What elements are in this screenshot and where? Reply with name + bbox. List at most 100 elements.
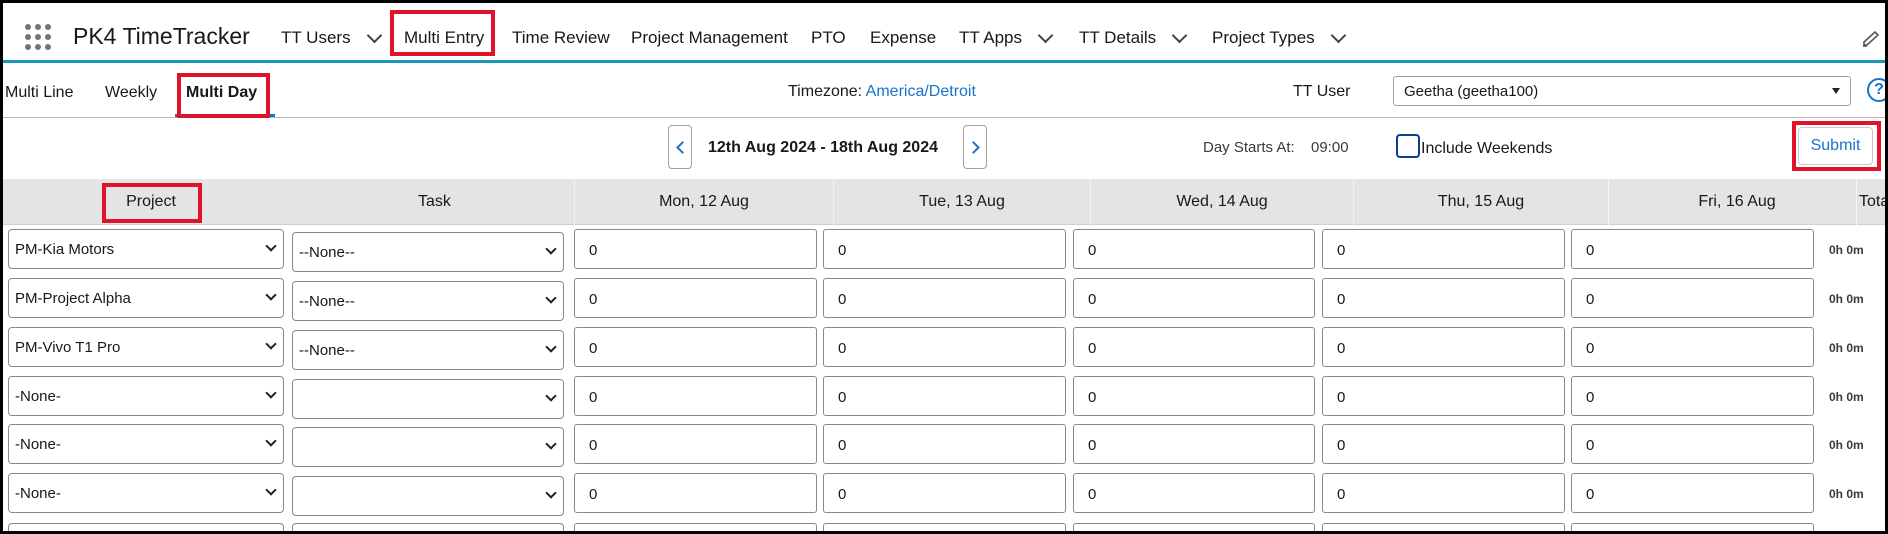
chevron-right-icon	[967, 141, 980, 154]
hours-input[interactable]: 0	[574, 327, 817, 367]
table-row: -None- 0 0 0 0 0 0h 0m	[3, 473, 1885, 517]
tab-multi-line[interactable]: Multi Line	[5, 84, 73, 102]
hours-input[interactable]: 0	[1571, 278, 1814, 318]
date-navigation-row: 12th Aug 2024 - 18th Aug 2024 Day Starts…	[3, 119, 1885, 179]
hours-input[interactable]: 0	[1322, 473, 1565, 513]
hours-input[interactable]: 0	[1073, 278, 1315, 318]
chevron-down-icon[interactable]	[1037, 27, 1054, 43]
hours-input[interactable]: 0	[823, 424, 1066, 464]
hours-input[interactable]: 0	[1073, 229, 1315, 269]
caret-down-icon	[1832, 88, 1840, 94]
nav-tt-details[interactable]: TT Details	[1079, 27, 1188, 48]
hours-input[interactable]: 0	[1571, 376, 1814, 416]
column-header-day: Thu, 15 Aug	[1437, 193, 1525, 210]
tt-user-select[interactable]: Geetha (geetha100)	[1393, 76, 1851, 106]
project-select[interactable]: PM-Kia Motors	[8, 229, 284, 269]
project-select[interactable]: PM-Vivo T1 Pro	[8, 327, 284, 367]
hours-input[interactable]: 0	[823, 278, 1066, 318]
chevron-down-icon	[265, 484, 277, 496]
hours-input[interactable]: 0	[1073, 327, 1315, 367]
day-start-value: 09:00	[1311, 139, 1349, 156]
row-total: 0h 0m	[1829, 341, 1864, 355]
hours-input[interactable]	[1322, 523, 1565, 531]
hours-input[interactable]: 0	[574, 229, 817, 269]
table-row: PM-Vivo T1 Pro --None-- 0 0 0 0 0 0h 0m	[3, 327, 1885, 371]
hours-input[interactable]: 0	[574, 278, 817, 318]
project-select[interactable]	[8, 523, 284, 531]
timezone-value: America/Detroit	[865, 83, 976, 100]
app-launcher-icon[interactable]	[25, 24, 51, 50]
hours-input[interactable]: 0	[823, 327, 1066, 367]
hours-input[interactable]: 0	[1322, 424, 1565, 464]
hours-input[interactable]: 0	[823, 473, 1066, 513]
hours-input[interactable]: 0	[1571, 424, 1814, 464]
previous-week-button[interactable]	[668, 125, 692, 169]
hours-input[interactable]: 0	[823, 376, 1066, 416]
pencil-icon[interactable]	[1861, 31, 1883, 47]
task-select[interactable]	[292, 523, 564, 531]
chevron-down-icon[interactable]	[366, 27, 382, 43]
hours-input[interactable]: 0	[823, 229, 1066, 269]
nav-label: Expense	[870, 28, 937, 47]
hours-input[interactable]: 0	[1073, 376, 1315, 416]
date-range: 12th Aug 2024 - 18th Aug 2024	[708, 139, 938, 156]
task-select[interactable]: --None--	[292, 330, 564, 370]
hours-input[interactable]: 0	[1322, 327, 1565, 367]
hours-input[interactable]: 0	[574, 473, 817, 513]
hours-input[interactable]	[574, 523, 817, 531]
app-title: PK4 TimeTracker	[73, 23, 250, 49]
hours-input[interactable]	[823, 523, 1066, 531]
hours-input[interactable]: 0	[1571, 473, 1814, 513]
nav-pto[interactable]: PTO	[811, 28, 846, 48]
chevron-down-icon[interactable]	[1330, 27, 1346, 43]
nav-time-review[interactable]: Time Review	[512, 28, 610, 48]
hours-input[interactable]: 0	[574, 424, 817, 464]
nav-expense[interactable]: Expense	[870, 28, 936, 48]
hours-input[interactable]: 0	[1073, 424, 1315, 464]
next-week-button[interactable]	[963, 125, 987, 169]
chevron-down-icon	[545, 390, 557, 402]
highlight-project-header	[102, 183, 202, 223]
highlight-multi-entry	[390, 10, 495, 56]
nav-tt-users[interactable]: TT Users	[281, 27, 382, 48]
row-total: 0h 0m	[1829, 243, 1864, 257]
project-select[interactable]: -None-	[8, 424, 284, 464]
include-weekends-label: Include Weekends	[1421, 140, 1553, 157]
nav-label: TT Apps	[959, 28, 1022, 47]
chevron-down-icon	[265, 338, 277, 350]
task-select[interactable]	[292, 476, 564, 516]
hours-input[interactable]: 0	[1322, 278, 1565, 318]
hours-input[interactable]	[1073, 523, 1315, 531]
hours-input[interactable]: 0	[1322, 229, 1565, 269]
help-icon[interactable]: ?	[1867, 78, 1885, 102]
nav-project-management[interactable]: Project Management	[631, 28, 788, 48]
include-weekends-checkbox[interactable]	[1396, 134, 1420, 158]
nav-project-types[interactable]: Project Types	[1212, 27, 1346, 48]
column-header-day: Wed, 14 Aug	[1176, 193, 1268, 210]
hours-input[interactable]: 0	[1571, 327, 1814, 367]
project-select[interactable]: PM-Project Alpha	[8, 278, 284, 318]
hours-input[interactable]	[1571, 523, 1814, 531]
nav-tt-apps[interactable]: TT Apps	[959, 27, 1054, 48]
timezone-label: Timezone:	[788, 83, 863, 100]
tab-weekly[interactable]: Weekly	[105, 84, 157, 102]
task-value: --None--	[299, 293, 355, 310]
project-select[interactable]: -None-	[8, 376, 284, 416]
table-row: PM-Kia Motors --None-- 0 0 0 0 0 0h 0m	[3, 229, 1885, 273]
hours-input[interactable]: 0	[1571, 229, 1814, 269]
row-total: 0h 0m	[1829, 438, 1864, 452]
task-select[interactable]	[292, 379, 564, 419]
hours-input[interactable]: 0	[1322, 376, 1565, 416]
task-select[interactable]: --None--	[292, 232, 564, 272]
project-value: PM-Kia Motors	[15, 241, 115, 258]
row-total: 0h 0m	[1829, 390, 1864, 404]
table-row: -None- 0 0 0 0 0 0h 0m	[3, 424, 1885, 468]
task-select[interactable]: --None--	[292, 281, 564, 321]
table-row: -None- 0 0 0 0 0 0h 0m	[3, 376, 1885, 420]
hours-input[interactable]: 0	[574, 376, 817, 416]
chevron-down-icon[interactable]	[1171, 27, 1188, 43]
nav-label: Project Types	[1212, 28, 1315, 47]
task-select[interactable]	[292, 427, 564, 467]
project-select[interactable]: -None-	[8, 473, 284, 513]
hours-input[interactable]: 0	[1073, 473, 1315, 513]
